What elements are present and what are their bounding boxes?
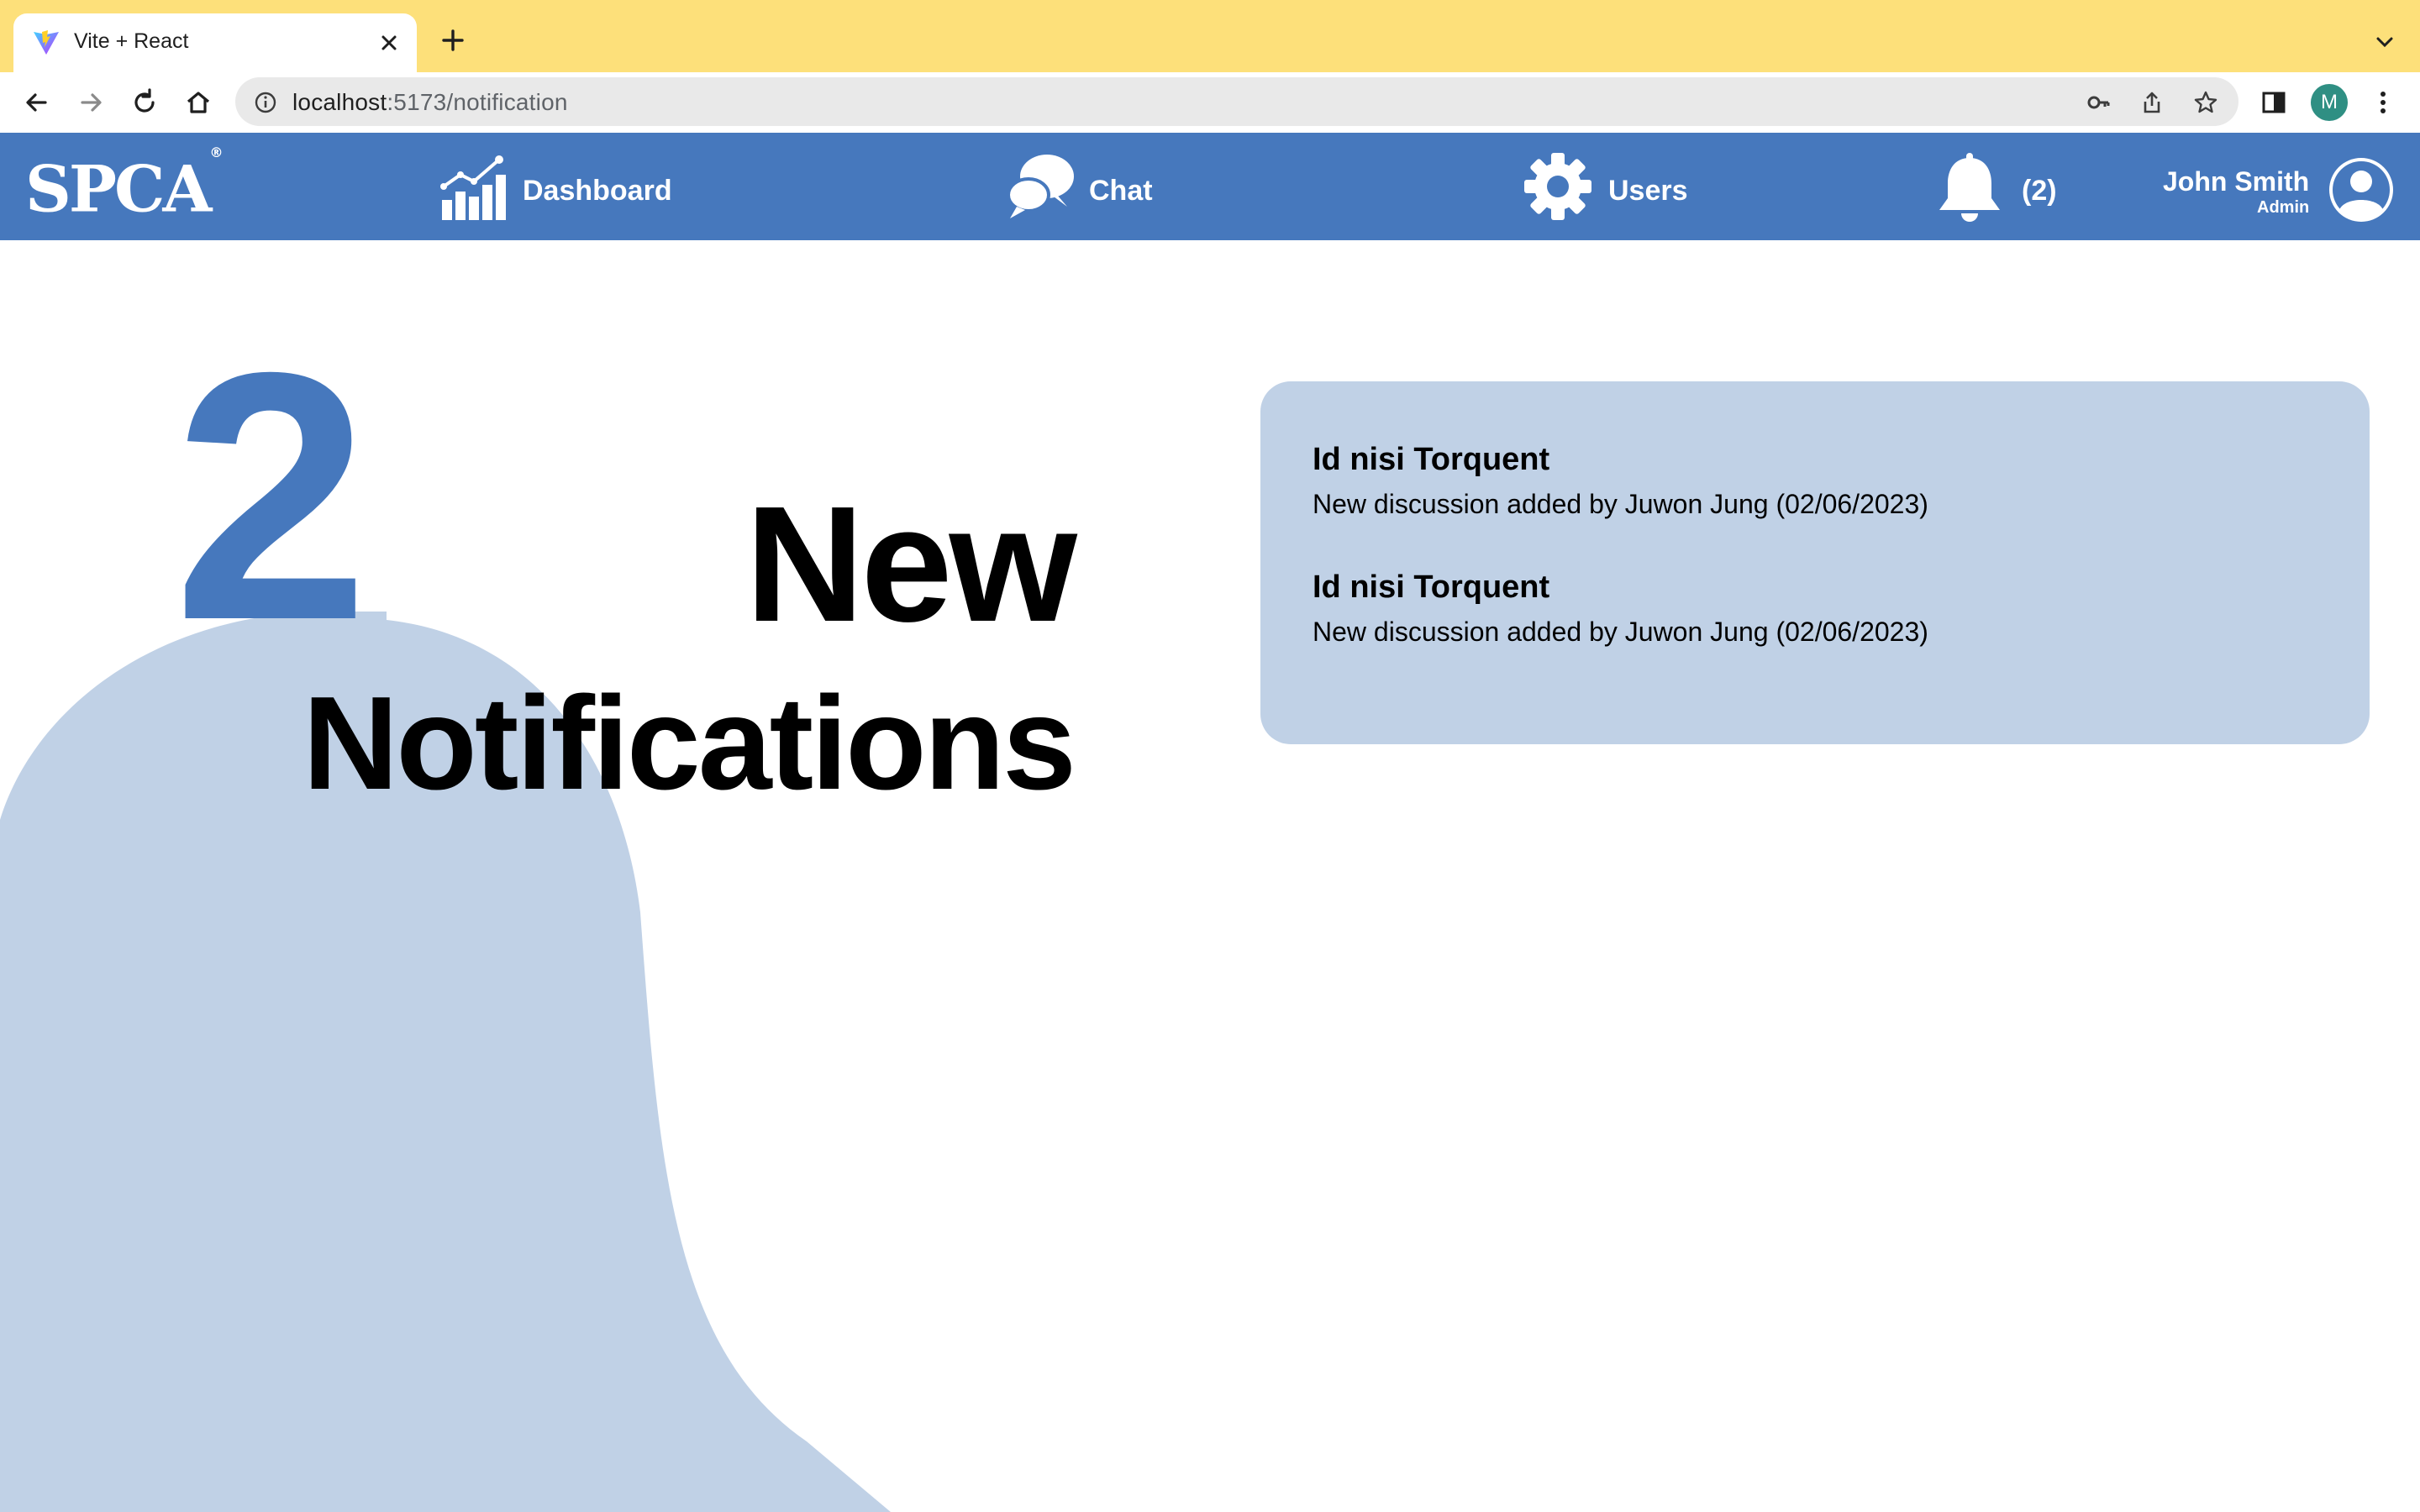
app-navbar: SPCA® Dashboard Chat Users (2) John Smit… — [0, 133, 2420, 240]
notification-count-large: 2 — [173, 300, 370, 694]
headline-new: New — [744, 472, 1077, 656]
notification-description: New discussion added by Juwon Jung (02/0… — [1313, 489, 1928, 519]
nav-chat-label: Chat — [1089, 175, 1153, 207]
url-host: localhost — [292, 89, 387, 115]
user-avatar[interactable] — [2329, 158, 2393, 222]
bell-icon — [1939, 153, 2000, 222]
more-menu-icon[interactable] — [2366, 86, 2400, 119]
chevron-down-icon[interactable] — [2373, 30, 2396, 54]
info-icon[interactable] — [254, 91, 277, 114]
user-avatar-icon — [2333, 161, 2390, 221]
user-name[interactable]: John Smith — [2163, 166, 2309, 197]
notification-item[interactable]: Id nisi Torquent New discussion added by… — [1313, 568, 2317, 648]
nav-users-label: Users — [1608, 175, 1688, 207]
share-icon[interactable] — [2139, 90, 2165, 115]
user-role: Admin — [2257, 198, 2310, 217]
notification-count: (2) — [2022, 175, 2057, 207]
home-icon[interactable] — [182, 86, 215, 119]
tab-title: Vite + React — [74, 29, 189, 53]
browser-tab[interactable]: Vite + React — [13, 13, 417, 72]
browser-toolbar: localhost:5173/notification M — [0, 72, 2420, 133]
notifications-panel: Id nisi Torquent New discussion added by… — [1260, 381, 2370, 744]
url-path: :5173/notification — [387, 89, 568, 115]
address-bar[interactable]: localhost:5173/notification — [235, 77, 2238, 126]
headline-notifications: Notifications — [302, 669, 1076, 817]
browser-tabstrip: Vite + React — [0, 0, 2420, 72]
notification-item[interactable]: Id nisi Torquent New discussion added by… — [1313, 440, 2317, 521]
vite-logo-icon — [34, 30, 59, 55]
profile-avatar[interactable]: M — [2311, 84, 2348, 121]
notification-title: Id nisi Torquent — [1313, 570, 1550, 605]
new-tab-icon[interactable] — [439, 26, 467, 55]
url-text[interactable]: localhost:5173/notification — [292, 89, 568, 116]
close-icon[interactable] — [375, 29, 403, 57]
bookmark-star-icon[interactable] — [2193, 90, 2218, 115]
notification-title: Id nisi Torquent — [1313, 442, 1550, 477]
key-icon[interactable] — [2086, 90, 2111, 115]
nav-dashboard[interactable]: Dashboard — [437, 133, 689, 240]
spca-logo[interactable]: SPCA® — [25, 144, 224, 227]
gear-icon — [1524, 153, 1591, 220]
nav-chat[interactable]: Chat — [1005, 133, 1181, 240]
notification-description: New discussion added by Juwon Jung (02/0… — [1313, 617, 1928, 647]
chat-bubbles-icon — [1007, 155, 1074, 218]
side-panel-icon[interactable] — [2257, 86, 2291, 119]
back-icon[interactable] — [20, 86, 54, 119]
registered-mark: ® — [209, 144, 224, 160]
forward-icon[interactable] — [74, 86, 108, 119]
nav-notifications[interactable]: (2) — [1933, 133, 2067, 240]
bar-chart-icon — [440, 155, 506, 220]
nav-dashboard-label: Dashboard — [523, 175, 672, 207]
nav-users[interactable]: Users — [1523, 133, 1707, 240]
reload-icon[interactable] — [128, 86, 161, 119]
brand-text: SPCA — [25, 151, 212, 227]
